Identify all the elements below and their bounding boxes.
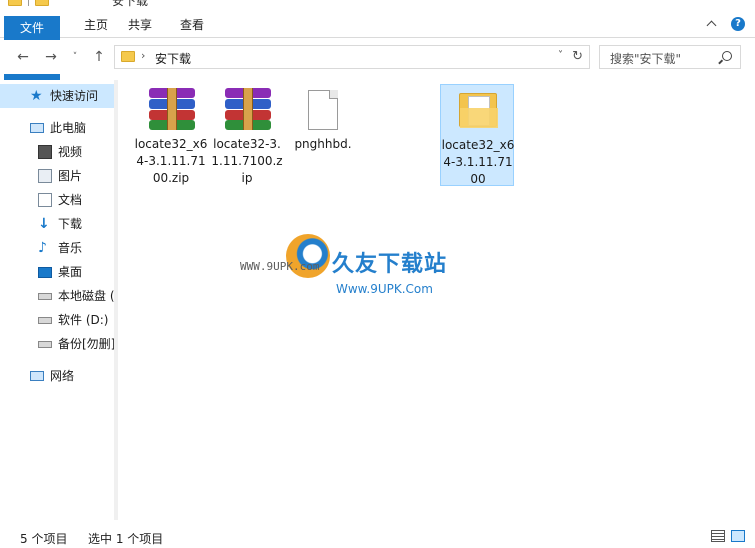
ribbon-tabs: 文件 主页 共享 查看 ? xyxy=(0,12,755,118)
folder-icon xyxy=(121,51,135,62)
tab-view[interactable]: 查看 xyxy=(168,13,216,37)
winrar-archive-icon xyxy=(225,88,271,130)
sidebar-item-documents[interactable]: 文档 xyxy=(0,188,118,212)
search-box[interactable]: 搜索"安下载" xyxy=(599,45,741,69)
sidebar-item-this-pc[interactable]: 此电脑 xyxy=(0,116,118,140)
large-icons-view-icon[interactable] xyxy=(731,530,745,542)
sidebar-item-downloads[interactable]: ↓ 下载 xyxy=(0,212,118,236)
address-bar[interactable]: › 安下载 ˅ ↻ xyxy=(114,45,590,69)
sidebar-item-label: 备份[勿删] xyxy=(58,337,116,351)
minimize-ribbon-icon[interactable] xyxy=(705,17,719,31)
forward-arrow-icon[interactable]: → xyxy=(42,48,60,66)
file-name: locate32_x64-3.1.11.7100 xyxy=(441,138,515,186)
watermark-url: WWW.9UPK.com xyxy=(240,260,320,273)
navigation-pane-scrollbar[interactable] xyxy=(114,80,118,520)
file-item[interactable]: locate32_x64-3.1.11.7100.zip xyxy=(134,84,208,186)
back-arrow-icon[interactable]: ← xyxy=(14,48,32,66)
desktop-icon xyxy=(38,267,52,278)
sidebar-item-label: 网络 xyxy=(50,369,75,383)
winrar-archive-icon xyxy=(149,88,195,130)
sidebar-item-backup[interactable]: 备份[勿删] xyxy=(0,332,118,356)
watermark-title: 久友下载站 xyxy=(332,252,448,277)
search-icon[interactable] xyxy=(722,51,732,61)
sidebar-item-label: 快速访问 xyxy=(50,89,99,103)
watermark: WWW.9UPK.com 久友下载站 Www.9UPK.Com xyxy=(240,222,490,312)
documents-icon xyxy=(38,193,52,207)
sidebar-item-label: 桌面 xyxy=(58,265,83,279)
recent-locations-chevron-icon[interactable]: ˅ xyxy=(66,48,84,66)
separator xyxy=(28,0,29,6)
sidebar-item-network[interactable]: 网络 xyxy=(0,364,118,388)
sidebar-item-label: 音乐 xyxy=(58,241,83,255)
file-name: locate32_x64-3.1.11.7100.zip xyxy=(134,137,208,185)
tab-home[interactable]: 主页 xyxy=(72,13,120,37)
video-icon xyxy=(38,145,52,159)
window-title: 安下载 xyxy=(112,0,149,8)
status-bar: 5 个项目 选中 1 个项目 xyxy=(0,526,755,548)
sidebar-item-label: 视频 xyxy=(58,145,83,159)
breadcrumb-current[interactable]: 安下载 xyxy=(155,50,191,67)
sidebar-item-drive-d[interactable]: 软件 (D:) xyxy=(0,308,118,332)
sidebar-item-label: 下载 xyxy=(58,217,83,231)
search-placeholder[interactable]: 搜索"安下载" xyxy=(610,50,681,67)
refresh-icon[interactable]: ↻ xyxy=(572,49,583,64)
details-view-icon[interactable] xyxy=(711,530,725,542)
sidebar-item-pictures[interactable]: 图片 xyxy=(0,164,118,188)
local-disk-icon xyxy=(38,293,52,300)
sidebar-item-quick-access[interactable]: ★ 快速访问 xyxy=(0,84,118,108)
sidebar-item-local-disk[interactable]: 本地磁盘 ( xyxy=(0,284,118,308)
tab-share[interactable]: 共享 xyxy=(116,13,164,37)
sidebar-item-label: 此电脑 xyxy=(50,121,87,135)
watermark-subtitle: Www.9UPK.Com xyxy=(336,282,433,296)
selection-count: 选中 1 个项目 xyxy=(88,532,164,546)
help-icon[interactable]: ? xyxy=(731,17,745,31)
up-arrow-icon[interactable]: ↑ xyxy=(90,48,108,66)
sidebar-item-label: 文档 xyxy=(58,193,83,207)
blank-file-icon xyxy=(308,90,338,130)
drive-icon xyxy=(38,317,52,324)
folder-item-selected[interactable]: locate32_x64-3.1.11.7100 xyxy=(440,84,514,186)
folder-icon xyxy=(35,0,49,6)
pictures-icon xyxy=(38,169,52,183)
computer-icon xyxy=(30,123,44,133)
file-item[interactable]: locate32-3.1.11.7100.zip xyxy=(210,84,284,186)
view-switcher xyxy=(711,530,745,542)
item-count: 5 个项目 xyxy=(20,532,68,546)
sidebar-item-label: 软件 (D:) xyxy=(58,313,109,327)
download-icon: ↓ xyxy=(38,216,50,232)
file-name: locate32-3.1.11.7100.zip xyxy=(211,137,283,185)
star-icon: ★ xyxy=(30,88,43,104)
drive-icon xyxy=(38,341,52,348)
sidebar-item-label: 图片 xyxy=(58,169,83,183)
quick-access-toolbar xyxy=(8,0,49,6)
file-item[interactable]: pnghhbd. xyxy=(286,84,360,186)
sidebar-item-videos[interactable]: 视频 xyxy=(0,140,118,164)
sidebar-item-desktop[interactable]: 桌面 xyxy=(0,260,118,284)
ribbon-controls: ? xyxy=(705,17,745,31)
folder-icon xyxy=(459,93,498,128)
music-icon: ♪ xyxy=(38,240,47,256)
title-bar: 安下载 xyxy=(0,0,755,10)
navigation-bar: ← → ˅ ↑ › 安下载 ˅ ↻ 搜索"安下载" xyxy=(0,40,755,74)
sidebar-item-music[interactable]: ♪ 音乐 xyxy=(0,236,118,260)
file-name: pnghhbd. xyxy=(294,137,352,151)
breadcrumb-separator-icon[interactable]: › xyxy=(141,49,145,62)
sidebar-item-label: 本地磁盘 ( xyxy=(58,289,115,303)
address-history-chevron-icon[interactable]: ˅ xyxy=(558,50,563,61)
folder-icon xyxy=(8,0,22,6)
network-icon xyxy=(30,371,44,381)
navigation-pane: ★ 快速访问 此电脑 视频 图片 文档 ↓ 下载 ♪ 音乐 桌面 本地磁盘 ( … xyxy=(0,80,118,520)
